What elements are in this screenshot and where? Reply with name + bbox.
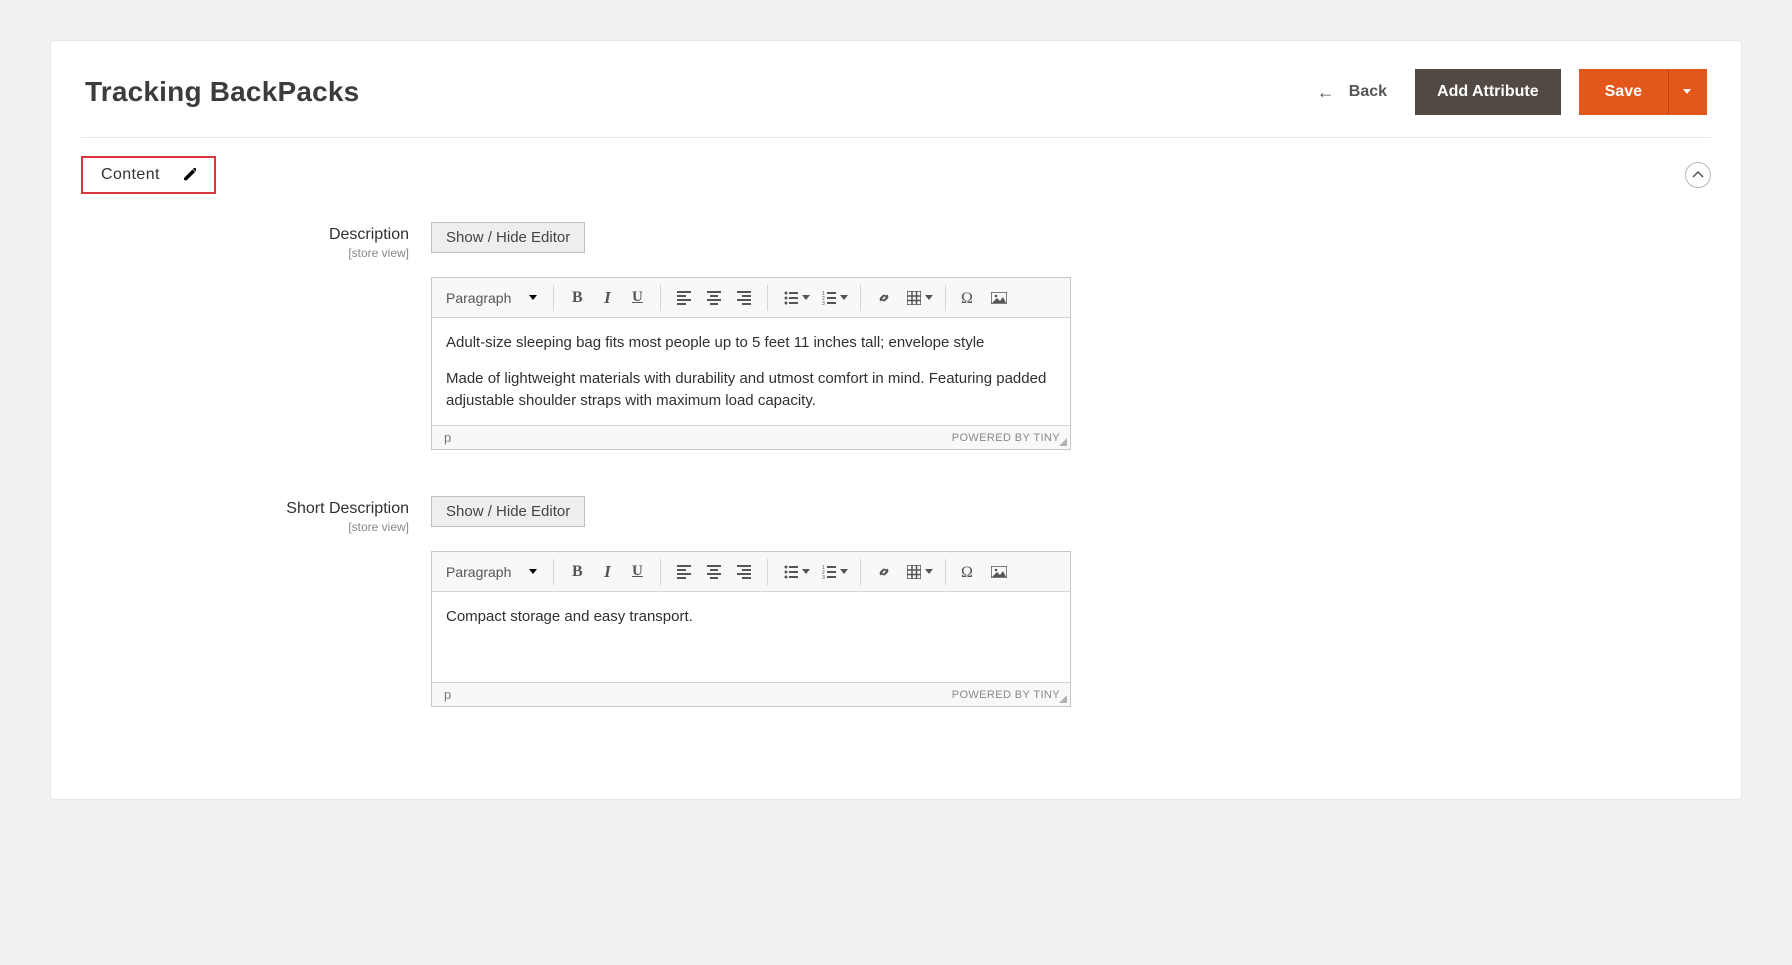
description-toolbar: Paragraph B I U <box>432 278 1070 318</box>
pencil-icon <box>182 168 196 182</box>
save-button[interactable]: Save <box>1579 69 1668 115</box>
align-center-icon <box>707 291 721 305</box>
link-icon <box>877 565 891 579</box>
align-left-icon <box>677 565 691 579</box>
bold-button[interactable]: B <box>562 283 592 313</box>
short-description-editor: Paragraph B I U <box>431 551 1071 707</box>
short-description-textarea[interactable]: Compact storage and easy transport. <box>432 592 1070 682</box>
caret-down-icon[interactable] <box>925 295 933 300</box>
table-icon <box>907 565 921 579</box>
link-icon <box>877 291 891 305</box>
caret-down-icon <box>529 569 537 574</box>
align-left-button[interactable] <box>669 557 699 587</box>
align-center-icon <box>707 565 721 579</box>
italic-button[interactable]: I <box>592 557 622 587</box>
description-toggle-editor-button[interactable]: Show / Hide Editor <box>431 222 585 253</box>
add-attribute-button[interactable]: Add Attribute <box>1415 69 1561 115</box>
powered-by-label: POWERED BY TINY <box>952 689 1060 701</box>
short-description-toggle-editor-button[interactable]: Show / Hide Editor <box>431 496 585 527</box>
caret-down-icon[interactable] <box>802 569 810 574</box>
align-right-button[interactable] <box>729 557 759 587</box>
caret-down-icon <box>1683 89 1693 95</box>
page-card: Tracking BackPacks ← Back Add Attribute … <box>50 40 1742 800</box>
section-header: Content <box>81 156 1711 194</box>
powered-by-label: POWERED BY TINY <box>952 432 1060 444</box>
resize-handle[interactable] <box>1058 694 1068 704</box>
link-button[interactable] <box>869 557 899 587</box>
save-button-group: Save <box>1579 69 1707 115</box>
format-select[interactable]: Paragraph <box>438 564 545 580</box>
table-icon <box>907 291 921 305</box>
align-center-button[interactable] <box>699 283 729 313</box>
save-dropdown-button[interactable] <box>1668 69 1707 115</box>
omega-icon <box>961 564 977 580</box>
page-header: Tracking BackPacks ← Back Add Attribute … <box>81 55 1711 138</box>
caret-down-icon <box>529 295 537 300</box>
format-select[interactable]: Paragraph <box>438 290 545 306</box>
description-label: Description <box>329 226 409 243</box>
align-left-button[interactable] <box>669 283 699 313</box>
content-section-label: Content <box>101 166 160 184</box>
underline-button[interactable]: U <box>622 557 652 587</box>
back-button[interactable]: ← Back <box>1317 82 1387 103</box>
element-path[interactable]: p <box>444 687 451 702</box>
short-description-scope: [store view] <box>81 520 409 534</box>
align-right-button[interactable] <box>729 283 759 313</box>
link-button[interactable] <box>869 283 899 313</box>
format-select-label: Paragraph <box>446 564 511 580</box>
back-label: Back <box>1349 83 1387 101</box>
numbered-list-icon <box>822 291 836 305</box>
element-path[interactable]: p <box>444 430 451 445</box>
align-right-icon <box>737 565 751 579</box>
description-textarea[interactable]: Adult-size sleeping bag fits most people… <box>432 318 1070 425</box>
caret-down-icon[interactable] <box>802 295 810 300</box>
caret-down-icon[interactable] <box>840 295 848 300</box>
description-paragraph: Made of lightweight materials with durab… <box>446 368 1056 412</box>
insert-image-button[interactable] <box>984 283 1014 313</box>
short-description-row: Short Description [store view] Show / Hi… <box>81 496 1711 707</box>
align-center-button[interactable] <box>699 557 729 587</box>
bullet-list-icon <box>784 291 798 305</box>
chevron-up-icon <box>1692 171 1704 179</box>
special-char-button[interactable] <box>954 557 984 587</box>
image-icon <box>991 292 1007 304</box>
short-description-toolbar: Paragraph B I U <box>432 552 1070 592</box>
description-statusbar: p POWERED BY TINY <box>432 425 1070 449</box>
arrow-left-icon: ← <box>1317 82 1335 103</box>
caret-down-icon[interactable] <box>840 569 848 574</box>
underline-button[interactable]: U <box>622 283 652 313</box>
short-description-paragraph: Compact storage and easy transport. <box>446 606 1056 628</box>
description-row: Description [store view] Show / Hide Edi… <box>81 222 1711 450</box>
numbered-list-icon <box>822 565 836 579</box>
omega-icon <box>961 290 977 306</box>
special-char-button[interactable] <box>954 283 984 313</box>
caret-down-icon[interactable] <box>925 569 933 574</box>
description-paragraph: Adult-size sleeping bag fits most people… <box>446 332 1056 354</box>
format-select-label: Paragraph <box>446 290 511 306</box>
resize-handle[interactable] <box>1058 437 1068 447</box>
insert-image-button[interactable] <box>984 557 1014 587</box>
content-section-tab[interactable]: Content <box>81 156 216 194</box>
align-left-icon <box>677 291 691 305</box>
description-scope: [store view] <box>81 246 409 260</box>
short-description-statusbar: p POWERED BY TINY <box>432 682 1070 706</box>
bullet-list-icon <box>784 565 798 579</box>
page-title: Tracking BackPacks <box>85 76 359 108</box>
italic-button[interactable]: I <box>592 283 622 313</box>
short-description-label: Short Description <box>286 500 409 517</box>
collapse-section-button[interactable] <box>1685 162 1711 188</box>
image-icon <box>991 566 1007 578</box>
description-editor: Paragraph B I U <box>431 277 1071 450</box>
bold-button[interactable]: B <box>562 557 592 587</box>
align-right-icon <box>737 291 751 305</box>
